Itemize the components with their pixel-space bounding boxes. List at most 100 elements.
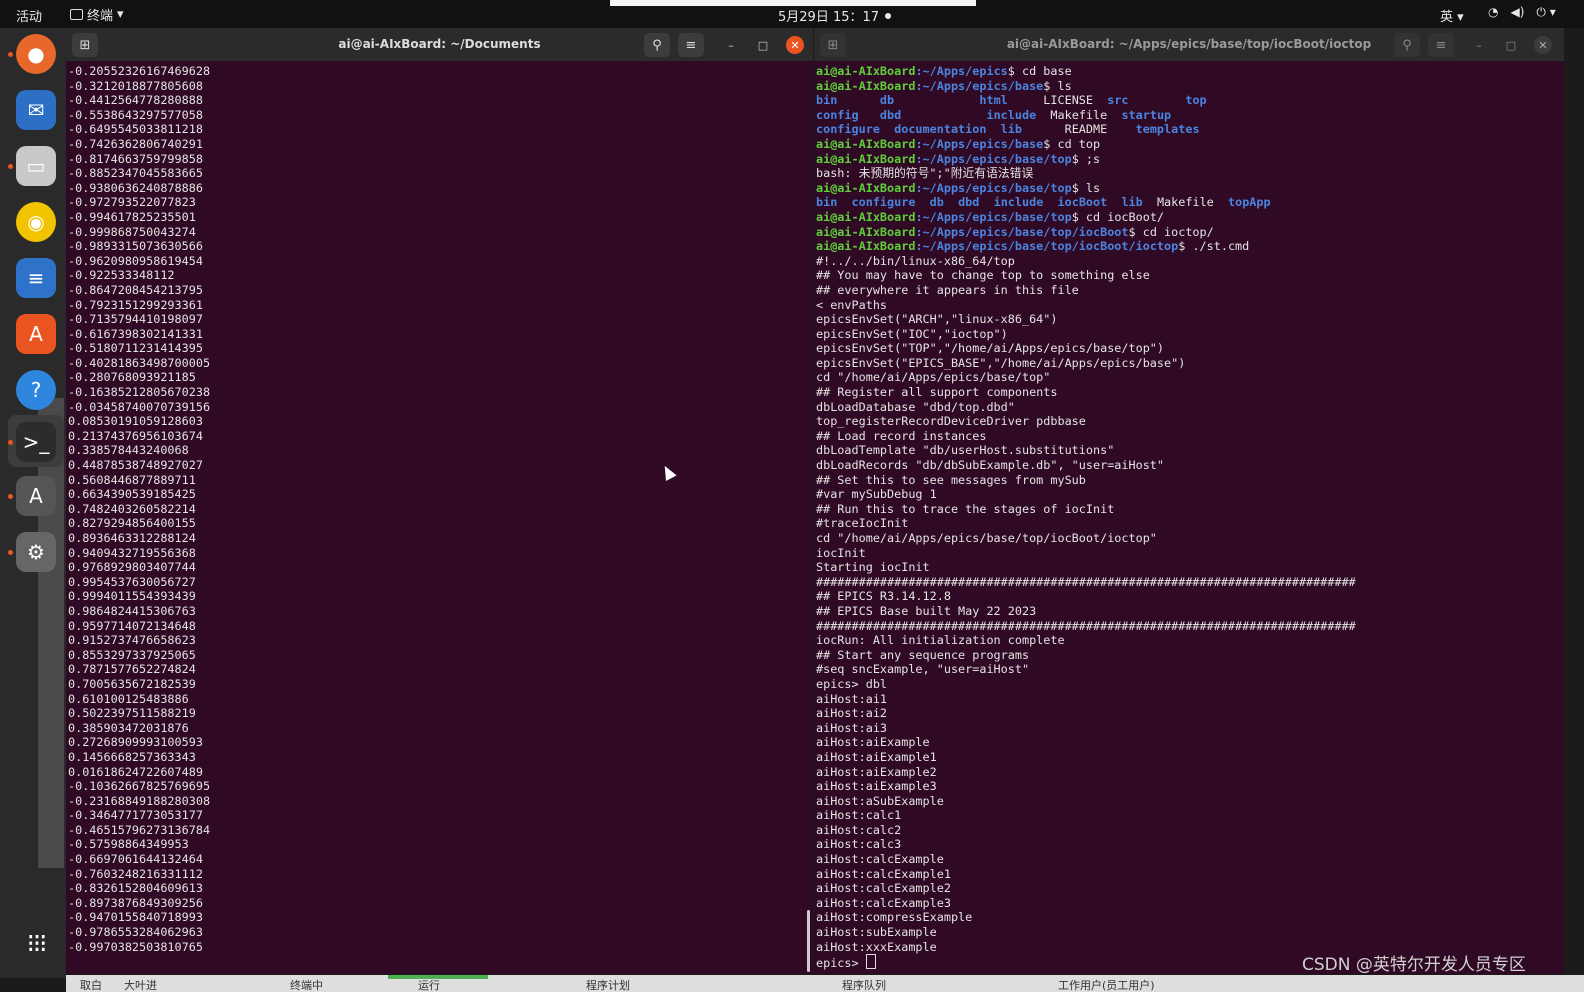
output-line: ## Load record instances — [816, 428, 987, 443]
output-line: -0.7603248216331112 — [68, 866, 203, 881]
background-label: 程序计划 — [586, 979, 630, 992]
output-line: ## Start any sequence programs — [816, 647, 1030, 662]
output-line: 0.6634390539185425 — [68, 487, 196, 502]
files-icon[interactable]: ▭ — [16, 146, 56, 186]
output-line: aiHost:calc2 — [816, 822, 902, 837]
terminal-output-left[interactable]: -0.20552326167469628 -0.3212018877805608-… — [68, 64, 210, 954]
output-line: 0.385903472031876 — [68, 720, 189, 735]
firefox-icon[interactable]: ● — [16, 34, 56, 74]
menu-icon[interactable]: ≡ — [1428, 33, 1454, 57]
terminal-output-right[interactable]: ai@ai-AIxBoard:~/Apps/epics$ cd base ai@a… — [816, 64, 1356, 970]
output-line: #!../../bin/linux-x86_64/top — [816, 253, 1015, 268]
output-line: -0.5538643297577058 — [68, 107, 203, 122]
output-line: #traceIocInit — [816, 516, 909, 531]
prompt-path: :~/Apps/epics/base/top/iocBoot/ioctop — [915, 239, 1179, 254]
app-menu[interactable]: 终端 ▾ — [70, 5, 124, 24]
prompt-user: ai@ai-AIxBoard — [816, 151, 916, 166]
writer-icon[interactable]: ≡ — [16, 258, 56, 298]
terminal-window-left[interactable]: ⊞ ai@ai-AIxBoard: ~/Documents ⚲ ≡ – □ ✕ … — [66, 28, 813, 974]
wifi-icon: ◔ — [1488, 5, 1499, 19]
output-line: -0.23168849188280308 — [68, 793, 211, 808]
settings-icon[interactable]: ⚙ — [16, 532, 56, 572]
output-line: ## EPICS R3.14.12.8 — [816, 589, 951, 604]
prompt-path: :~/Apps/epics/base/top — [915, 180, 1072, 195]
output-line: iocRun: All initialization complete — [816, 633, 1065, 648]
search-icon[interactable]: ⚲ — [1394, 33, 1420, 57]
output-line: -0.9470155840718993 — [68, 910, 203, 925]
output-line: -0.8852347045583665 — [68, 166, 203, 181]
prompt-line: ai@ai-AIxBoard:~/Apps/epics$ cd base — [816, 64, 1356, 79]
output-line: -0.16385212805670238 — [68, 385, 211, 400]
output-line: -0.20552326167469628 — [68, 64, 211, 78]
ls-entry: bin — [816, 195, 838, 210]
output-line: -0.922533348112 — [68, 268, 175, 283]
ls-entry: db — [915, 195, 944, 210]
output-line: ########################################… — [816, 618, 1356, 633]
ls-entry: dbd — [858, 107, 902, 122]
output-line: 0.9597714072134648 — [68, 618, 196, 633]
output-line: 0.1456668257363343 — [68, 749, 196, 764]
output-line: aiHost:aiExample2 — [816, 764, 937, 779]
clock[interactable]: 5月29日 15：17 — [778, 6, 892, 25]
search-icon[interactable]: ⚲ — [644, 33, 670, 57]
command-text: $ ;s — [1071, 151, 1101, 166]
output-line: -0.994617825235501 — [68, 209, 196, 224]
system-menu[interactable]: ◔ ◀) ⏻ ▾ — [1488, 5, 1556, 20]
software-icon[interactable]: A — [16, 314, 56, 354]
rhythmbox-icon[interactable]: ◉ — [16, 202, 56, 242]
maximize-icon[interactable]: □ — [1502, 36, 1520, 54]
output-line: aiHost:calcExample1 — [816, 866, 951, 881]
output-line: #var mySubDebug 1 — [816, 487, 937, 502]
output-line: aiHost:aiExample1 — [816, 749, 937, 764]
minimize-icon[interactable]: – — [722, 36, 740, 54]
output-line: 0.9152737476658623 — [68, 633, 196, 648]
prompt-line: ai@ai-AIxBoard:~/Apps/epics/base$ ls — [816, 79, 1356, 94]
output-line: -0.6495545033811218 — [68, 122, 203, 137]
volume-icon: ◀) — [1510, 5, 1525, 19]
output-line: -0.03458740070739156 — [68, 399, 211, 414]
output-line: aiHost:xxxExample — [816, 939, 937, 954]
ls-entry: iocBoot — [1043, 195, 1108, 210]
prompt-path: :~/Apps/epics/base — [915, 78, 1044, 93]
output-line: -0.8326152804609613 — [68, 881, 203, 896]
output-line: -0.9893315073630566 — [68, 239, 203, 254]
minimize-icon[interactable]: – — [1470, 36, 1488, 54]
output-line: epicsEnvSet("TOP","/home/ai/Apps/epics/b… — [816, 341, 1165, 356]
running-indicator — [8, 164, 13, 169]
terminal-window-right[interactable]: ⊞ ai@ai-AIxBoard: ~/Apps/epics/base/top/… — [814, 28, 1564, 974]
activities-button[interactable]: 活动 — [16, 6, 42, 25]
output-line: -0.9620980958619454 — [68, 253, 203, 268]
prompt-user: ai@ai-AIxBoard — [816, 209, 916, 224]
scrollbar[interactable] — [807, 910, 810, 972]
ls-entry: top — [1128, 93, 1207, 108]
ls-output-line: configure documentation lib README templ… — [816, 122, 1356, 137]
output-line: 0.01618624722607489 — [68, 764, 203, 779]
prompt-user: ai@ai-AIxBoard — [816, 239, 916, 254]
ls-entry: html — [958, 93, 1008, 108]
maximize-icon[interactable]: □ — [754, 36, 772, 54]
output-line: ## everywhere it appears in this file — [816, 282, 1079, 297]
output-line: 0.8936463312288124 — [68, 531, 196, 545]
output-line: < envPaths — [816, 297, 888, 312]
output-line: dbLoadTemplate "db/userHost.substitution… — [816, 443, 1115, 458]
help-icon[interactable]: ? — [16, 370, 56, 410]
text-cursor — [865, 954, 876, 970]
background-label: 运行 — [418, 979, 440, 992]
updater-icon[interactable]: A — [16, 476, 56, 516]
output-line: aiHost:calc3 — [816, 837, 902, 852]
output-line: -0.7135794410198097 — [68, 312, 203, 327]
input-method-indicator[interactable]: 英 ▾ — [1440, 6, 1464, 25]
output-line: 0.21374376956103674 — [68, 428, 203, 443]
close-icon[interactable]: ✕ — [786, 36, 804, 54]
thunderbird-icon[interactable]: ✉ — [16, 90, 56, 130]
output-line: 0.5608446877889711 — [68, 472, 196, 487]
close-icon[interactable]: ✕ — [1534, 36, 1552, 54]
output-line: 0.7871577652274824 — [68, 662, 196, 677]
prompt-line: ai@ai-AIxBoard:~/Apps/epics/base/top$ ;s — [816, 152, 1356, 167]
output-line: aiHost:calcExample2 — [816, 881, 951, 896]
output-line: cd "/home/ai/Apps/epics/base/top" — [816, 370, 1051, 385]
show-apps-icon[interactable]: ⁝⁝⁝ — [16, 924, 56, 964]
terminal-icon[interactable]: >_ — [16, 422, 56, 462]
output-line: bash: 未预期的符号";"附近有语法错误 — [816, 166, 1034, 181]
menu-icon[interactable]: ≡ — [678, 33, 704, 57]
